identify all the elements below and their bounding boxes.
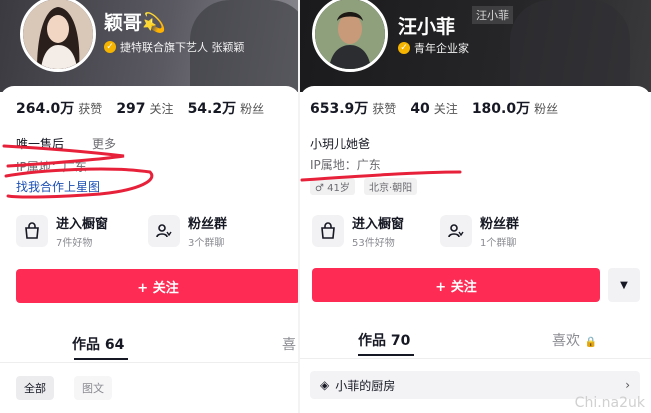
verified-badge-icon: ✓	[104, 41, 116, 53]
age-tag: ♂ 41岁	[310, 178, 355, 195]
fan-group-icon	[440, 215, 472, 247]
bag-icon	[312, 215, 344, 247]
fan-group-title: 粉丝群	[480, 217, 520, 232]
followers-label[interactable]: 粉丝	[534, 100, 558, 117]
tab-divider	[0, 362, 300, 363]
filter-all[interactable]: 全部	[16, 376, 54, 400]
profile-panel-right: 汪小菲 汪小菲 ✓ 青年企业家 653.9万 获赞 40 关注 180.0万 粉…	[300, 0, 651, 413]
likes-label: 获赞	[78, 102, 103, 116]
tab-likes-label: 喜欢	[552, 333, 580, 349]
stats-row: 653.9万 获赞 40 关注 180.0万 粉丝	[310, 98, 572, 118]
likes-count: 264.0万	[16, 101, 75, 117]
watermark: Chi.na2uk	[574, 395, 645, 411]
verification-text: 捷特联合旗下艺人 张颖颖	[120, 41, 245, 54]
likes-label: 获赞	[372, 102, 397, 116]
bio-more-link[interactable]: 更多	[92, 135, 116, 152]
chevron-right-icon: ›	[625, 378, 630, 392]
following-count[interactable]: 40	[410, 101, 429, 117]
fan-group-icon	[148, 215, 180, 247]
showcase-entry[interactable]: 进入橱窗 7件好物	[16, 213, 108, 249]
profile-name: 颖哥💫	[104, 12, 166, 34]
tab-active-indicator	[358, 354, 414, 356]
bag-icon	[16, 215, 48, 247]
profile-name: 汪小菲	[398, 16, 456, 38]
follow-button[interactable]: + 关注	[312, 268, 600, 302]
followers-count[interactable]: 54.2万	[188, 98, 237, 118]
followers-count[interactable]: 180.0万	[472, 98, 530, 118]
bio-text: 小玥儿她爸	[310, 137, 371, 151]
corner-name-tag: 汪小菲	[472, 6, 513, 24]
location-tag: 北京·朝阳	[364, 178, 418, 195]
likes-count: 653.9万	[310, 101, 369, 117]
showcase-entry[interactable]: 进入橱窗 53件好物	[312, 213, 404, 249]
tab-works[interactable]: 作品 70	[358, 330, 410, 350]
following-count[interactable]: 297	[116, 101, 145, 117]
showcase-count: 7件好物	[56, 238, 93, 249]
tab-likes[interactable]: 喜	[282, 334, 296, 354]
tab-divider	[300, 358, 651, 359]
verification-row: ✓ 青年企业家	[398, 40, 469, 56]
more-options-button[interactable]: ▼	[608, 268, 640, 302]
collection-label: 小菲的厨房	[335, 378, 396, 393]
tab-likes[interactable]: 喜欢 🔒	[552, 330, 597, 350]
followers-label[interactable]: 粉丝	[240, 100, 264, 117]
showcase-count: 53件好物	[352, 238, 395, 249]
layers-icon: ◈	[320, 378, 330, 392]
lock-icon: 🔒	[584, 337, 597, 348]
showcase-title: 进入橱窗	[352, 217, 405, 232]
ip-location: IP属地：广东	[310, 158, 381, 172]
bio-text: 唯一售后	[16, 137, 65, 151]
showcase-title: 进入橱窗	[56, 217, 109, 232]
filter-image-text[interactable]: 图文	[74, 376, 112, 400]
verification-row: ✓ 捷特联合旗下艺人 张颖颖	[104, 39, 245, 55]
following-label[interactable]: 关注	[434, 100, 458, 117]
verified-badge-icon: ✓	[398, 42, 410, 54]
fan-group-count: 3个群聊	[188, 238, 225, 249]
fan-group-entry[interactable]: 粉丝群 3个群聊	[148, 213, 227, 249]
ip-location: IP属地：广东	[16, 160, 87, 174]
follow-button[interactable]: + 关注	[16, 269, 300, 303]
business-contact-link[interactable]: 找我合作上星图	[16, 178, 100, 195]
stats-row: 264.0万 获赞 297 关注 54.2万 粉丝	[16, 98, 278, 118]
fan-group-entry[interactable]: 粉丝群 1个群聊	[440, 213, 519, 249]
following-label[interactable]: 关注	[150, 100, 174, 117]
profile-panel-left: 颖哥💫 ✓ 捷特联合旗下艺人 张颖颖 264.0万 获赞 297 关注 54.2…	[0, 0, 300, 413]
tab-works[interactable]: 作品 64	[72, 334, 124, 354]
verification-text: 青年企业家	[414, 42, 469, 55]
tab-active-indicator	[74, 358, 128, 360]
fan-group-title: 粉丝群	[188, 217, 228, 232]
fan-group-count: 1个群聊	[480, 238, 517, 249]
triangle-down-icon: ▼	[620, 279, 628, 291]
